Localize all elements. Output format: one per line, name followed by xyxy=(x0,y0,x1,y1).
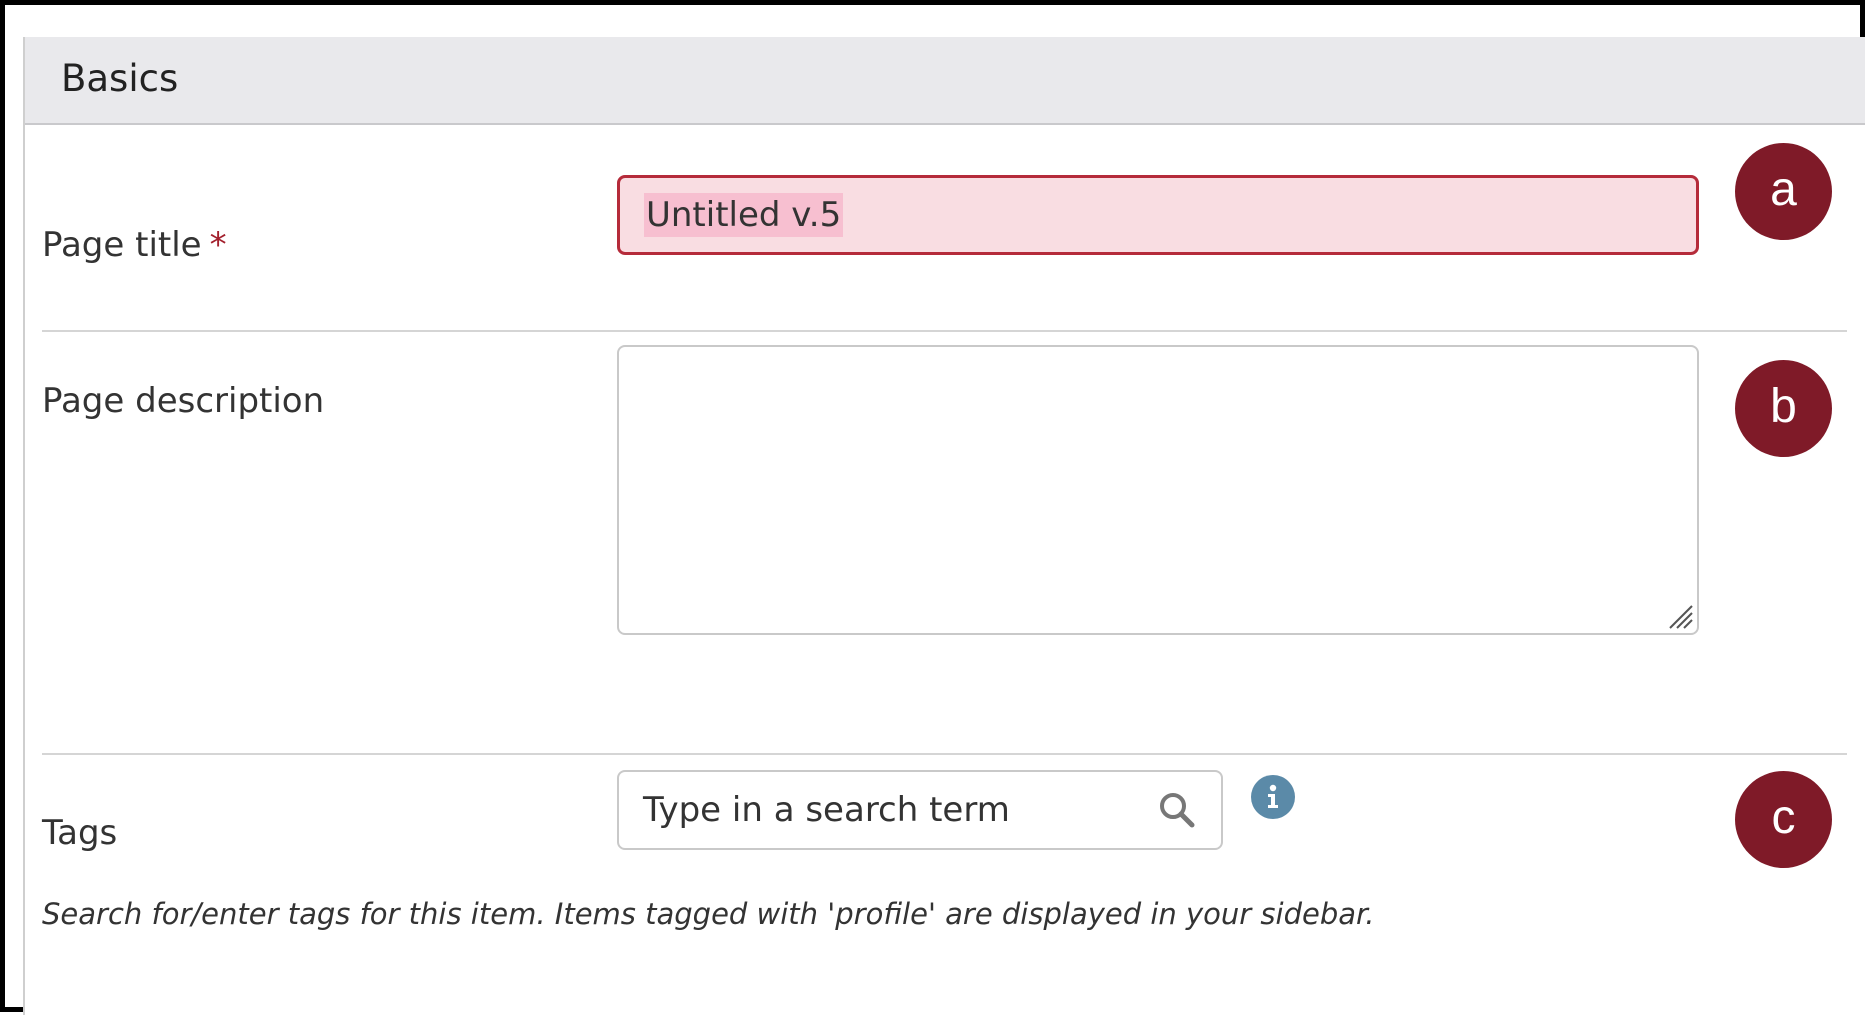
info-icon[interactable] xyxy=(1251,775,1295,819)
divider xyxy=(42,330,1847,332)
screenshot-frame: Basics Page title * Untitled v.5 a Page d… xyxy=(0,0,1865,1015)
page-title-input[interactable]: Untitled v.5 xyxy=(617,175,1699,255)
info-glyph xyxy=(1268,784,1278,808)
tags-label: Tags xyxy=(42,813,118,853)
page-description-label: Page description xyxy=(42,381,325,421)
page-title-value: Untitled v.5 xyxy=(644,193,844,237)
tags-placeholder: Type in a search term xyxy=(643,790,1010,830)
panel-header: Basics xyxy=(25,37,1865,125)
page-title-label-text: Page title xyxy=(42,225,202,265)
tags-search-input[interactable]: Type in a search term xyxy=(617,770,1223,850)
search-icon[interactable] xyxy=(1157,790,1197,830)
callout-c: c xyxy=(1735,771,1832,868)
callout-a: a xyxy=(1735,143,1832,240)
divider xyxy=(42,753,1847,755)
panel-title: Basics xyxy=(61,57,179,100)
required-marker: * xyxy=(209,225,227,265)
page-description-textarea[interactable] xyxy=(617,345,1699,635)
resize-grip-icon[interactable] xyxy=(1665,601,1693,629)
page-title-label: Page title * xyxy=(42,225,227,265)
tags-help-text: Search for/enter tags for this item. Ite… xyxy=(42,897,1375,931)
callout-b: b xyxy=(1735,360,1832,457)
